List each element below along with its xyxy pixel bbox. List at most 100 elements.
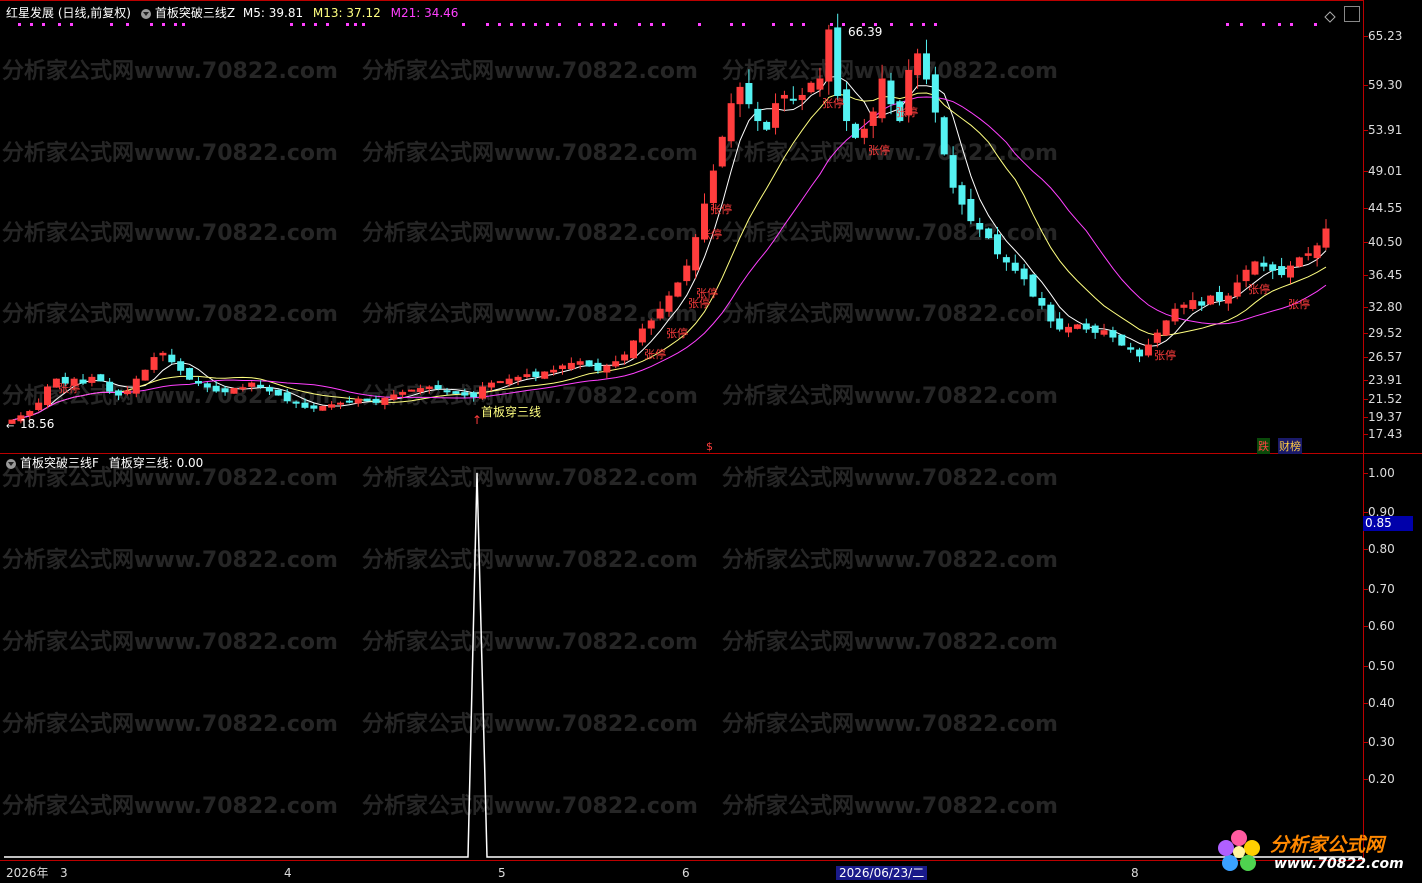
sub-tick: 0.40 xyxy=(1368,696,1395,710)
candle xyxy=(1251,260,1259,276)
candle xyxy=(532,368,540,382)
candle xyxy=(514,375,522,386)
limit-up-label: 张停 xyxy=(896,106,918,119)
price-tick: 36.45 xyxy=(1368,268,1403,282)
candle xyxy=(425,385,433,394)
price-tick: 17.43 xyxy=(1368,427,1403,441)
x-axis-month-5: 5 xyxy=(498,866,506,880)
candle xyxy=(869,107,877,139)
sub-indicator-value: 首板穿三线: 0.00 xyxy=(108,456,204,470)
sub-indicator-name: 首板突破三线F xyxy=(20,456,99,470)
cursor-date-label: 2026/06/23/二 xyxy=(836,866,928,880)
candle xyxy=(834,13,842,101)
candle xyxy=(798,87,806,111)
price-tick: 59.30 xyxy=(1368,78,1403,92)
candle xyxy=(194,377,202,387)
candle xyxy=(718,135,726,168)
candle xyxy=(1198,296,1206,311)
limit-up-label: 张停 xyxy=(1288,298,1310,311)
candle xyxy=(381,396,389,410)
candle xyxy=(159,351,167,362)
limit-up-label: 张停 xyxy=(58,382,80,395)
candle xyxy=(1304,247,1312,261)
candle xyxy=(754,101,762,131)
candle xyxy=(541,371,549,380)
candle xyxy=(780,90,788,112)
candle xyxy=(203,382,211,393)
candle xyxy=(1144,338,1152,358)
candle xyxy=(940,115,948,156)
candle xyxy=(1127,342,1135,353)
candle xyxy=(976,217,984,237)
logo-title: 分析家公式网 xyxy=(1270,834,1385,856)
candle xyxy=(772,93,780,135)
candle xyxy=(1215,285,1223,306)
candle xyxy=(1233,274,1241,300)
candle xyxy=(727,93,735,148)
candle xyxy=(931,66,939,123)
candle xyxy=(354,396,362,407)
limit-up-label: 张停 xyxy=(822,97,844,110)
candle xyxy=(1091,323,1099,339)
price-tick: 40.50 xyxy=(1368,235,1403,249)
candle xyxy=(106,378,114,394)
candle xyxy=(665,291,673,317)
candle xyxy=(141,369,149,381)
candle xyxy=(851,122,859,140)
candle xyxy=(88,373,96,387)
candle xyxy=(629,340,637,359)
high-price-label: 66.39 xyxy=(848,25,883,39)
candle xyxy=(319,405,327,411)
candle xyxy=(763,120,771,132)
candle xyxy=(1286,261,1294,284)
candle xyxy=(967,188,975,225)
price-tick: 53.91 xyxy=(1368,123,1403,137)
sub-tick: 0.80 xyxy=(1368,542,1395,556)
ma5-line xyxy=(11,75,1327,421)
candle xyxy=(567,357,575,371)
ma13-line xyxy=(11,92,1327,421)
candle xyxy=(585,359,593,367)
candle xyxy=(825,24,833,95)
candle xyxy=(1002,254,1010,271)
candle xyxy=(408,389,416,392)
signal-label: 首板穿三线 xyxy=(481,405,542,419)
candle xyxy=(186,367,194,381)
candle xyxy=(958,181,966,215)
candle xyxy=(1207,294,1215,306)
x-axis-month-3: 3 xyxy=(60,866,68,880)
candle xyxy=(985,227,993,240)
candle xyxy=(292,400,300,409)
candle xyxy=(1180,302,1188,315)
candle xyxy=(656,301,664,321)
die-badge: 跌 xyxy=(1257,438,1270,454)
limit-up-label: 张停 xyxy=(710,203,732,216)
candle xyxy=(1118,334,1126,346)
candle xyxy=(1109,326,1117,343)
sub-indicator-dropdown[interactable]: 首板突破三线F xyxy=(6,456,99,470)
candle xyxy=(949,146,957,194)
candlestick-series xyxy=(8,13,1330,425)
price-tick: 32.80 xyxy=(1368,300,1403,314)
candle xyxy=(1260,256,1268,272)
low-arrow-icon: ← xyxy=(6,421,15,432)
price-tick: 19.37 xyxy=(1368,410,1403,424)
limit-up-label: 张停 xyxy=(868,144,890,157)
candle xyxy=(1082,318,1090,333)
candle xyxy=(248,381,256,392)
candle xyxy=(683,259,691,286)
candle xyxy=(1189,292,1197,311)
price-tick: 29.52 xyxy=(1368,326,1403,340)
candle xyxy=(363,398,371,402)
candle xyxy=(230,387,238,394)
sub-dropdown-circle-icon[interactable] xyxy=(6,458,16,469)
candle xyxy=(452,390,460,395)
limit-up-label: 张停 xyxy=(644,348,666,361)
candle xyxy=(44,384,52,409)
candle xyxy=(79,374,87,385)
limit-up-label: 张停 xyxy=(700,228,722,241)
candle xyxy=(914,48,922,89)
candle xyxy=(1278,257,1286,278)
candle xyxy=(35,398,43,412)
candle xyxy=(860,118,868,145)
